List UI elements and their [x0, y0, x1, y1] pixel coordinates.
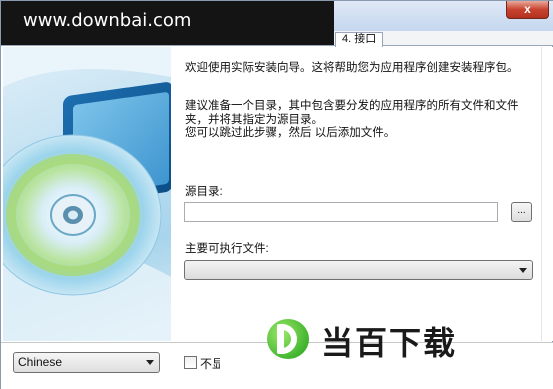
tab-interface[interactable]: 4. 接口	[335, 32, 384, 47]
browse-button[interactable]: ...	[511, 202, 532, 222]
logo-d-icon	[267, 319, 309, 359]
chevron-down-icon	[519, 268, 527, 273]
logo-text: 当百下载	[321, 324, 458, 362]
dont-show-label: 不显	[200, 357, 220, 371]
chevron-down-icon	[146, 360, 154, 365]
wizard-banner-image	[3, 47, 171, 341]
content-edge	[541, 47, 553, 341]
intro-suggestion-text: 建议准备一个目录，其中包含要分发的应用程序的所有文件和文件夹，并将其指定为源目录…	[185, 100, 519, 126]
main-executable-label: 主要可执行文件:	[185, 243, 269, 255]
source-dir-input[interactable]	[184, 202, 498, 222]
main-executable-select[interactable]	[184, 260, 533, 280]
dont-show-checkbox[interactable]	[184, 356, 197, 369]
close-button[interactable]: x	[506, 1, 549, 19]
language-select[interactable]: Chinese	[13, 352, 160, 373]
language-value: Chinese	[18, 355, 63, 369]
intro-welcome-text: 欢迎使用实际安装向导。这将帮助您为应用程序创建安装程序包。	[185, 62, 519, 74]
intro-skip-text: 您可以跳过此步骤，然后 以后添加文件。	[185, 127, 396, 139]
installer-window: x www.downbai.com 4. 接口 欢迎使用实际安装向导。这将帮助您…	[0, 0, 553, 389]
watermark-banner: www.downbai.com	[1, 1, 334, 45]
source-dir-label: 源目录:	[185, 186, 223, 198]
cd-monitor-illustration	[3, 47, 171, 341]
